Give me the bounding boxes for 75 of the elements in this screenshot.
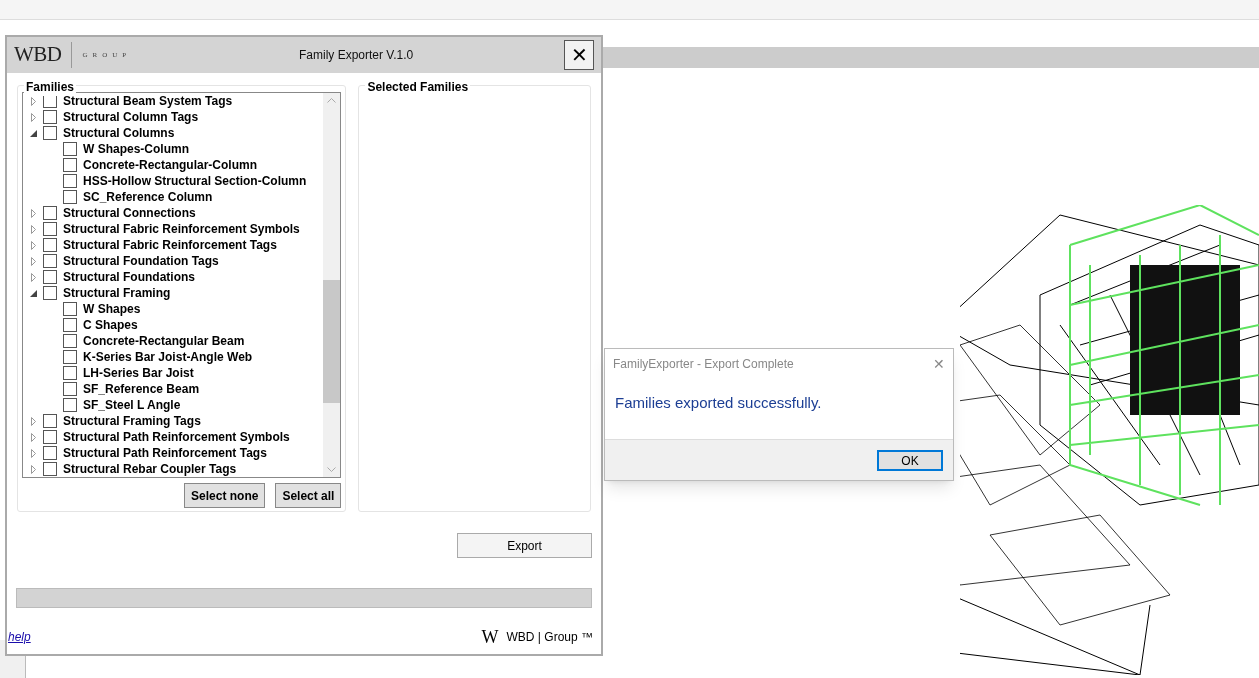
logo: WBD <box>14 41 62 69</box>
family-label[interactable]: W Shapes <box>83 300 141 318</box>
checkbox[interactable] <box>63 158 77 172</box>
family-label[interactable]: Structural Path Reinforcement Tags <box>63 444 267 462</box>
collapsed-arrow-icon[interactable] <box>30 112 36 122</box>
window-title: Family Exporter V.1.0 <box>299 47 414 64</box>
checkbox[interactable] <box>43 270 57 284</box>
checkbox[interactable] <box>43 414 57 428</box>
checkbox[interactable] <box>43 110 57 124</box>
family-label[interactable]: Concrete-Rectangular-Column <box>83 156 258 174</box>
checkbox[interactable] <box>43 238 57 252</box>
checkbox[interactable] <box>43 462 57 476</box>
message-text: Families exported successfully. <box>614 393 823 413</box>
collapsed-arrow-icon[interactable] <box>30 464 36 474</box>
collapsed-arrow-icon[interactable] <box>30 448 36 458</box>
expanded-arrow-icon[interactable] <box>29 289 37 297</box>
checkbox[interactable] <box>63 382 77 396</box>
scrollbar-thumb[interactable] <box>323 280 341 403</box>
family-label[interactable]: Structural Foundation Tags <box>63 252 219 270</box>
checkbox[interactable] <box>43 222 57 236</box>
checkbox[interactable] <box>43 206 57 220</box>
family-label[interactable]: Concrete-Rectangular Beam <box>83 332 245 350</box>
checkbox[interactable] <box>63 174 77 188</box>
ok-button[interactable]: OK <box>877 449 943 471</box>
family-label[interactable]: Structural Path Reinforcement Symbols <box>63 428 290 446</box>
family-label[interactable]: Structural Connections <box>63 204 196 222</box>
collapsed-arrow-icon[interactable] <box>30 224 36 234</box>
close-button[interactable]: ✕ <box>933 357 945 371</box>
checkbox[interactable] <box>63 318 77 332</box>
collapsed-arrow-icon[interactable] <box>30 256 36 266</box>
family-label[interactable]: HSS-Hollow Structural Section-Column <box>83 172 307 190</box>
checkbox[interactable] <box>63 350 77 364</box>
scrollbar[interactable] <box>323 93 341 477</box>
family-label[interactable]: SF_Reference Beam <box>83 380 200 398</box>
family-label[interactable]: LH-Series Bar Joist <box>83 364 194 382</box>
family-label[interactable]: Structural Columns <box>63 124 175 142</box>
family-label[interactable]: Structural Fabric Reinforcement Tags <box>63 236 277 254</box>
checkbox[interactable] <box>43 430 57 444</box>
message-box-title: FamilyExporter - Export Complete <box>613 356 794 373</box>
checkbox[interactable] <box>63 190 77 204</box>
help-link[interactable]: help <box>8 628 31 646</box>
family-label[interactable]: SF_Steel L Angle <box>83 396 181 414</box>
family-label[interactable]: Structural Framing Tags <box>63 412 201 430</box>
family-label[interactable]: Structural Beam System Tags <box>63 93 233 110</box>
checkbox[interactable] <box>43 446 57 460</box>
family-label[interactable]: Structural Foundations <box>63 268 195 286</box>
checkbox[interactable] <box>63 366 77 380</box>
checkbox[interactable] <box>43 286 57 300</box>
checkbox[interactable] <box>43 254 57 268</box>
footer-text: WBD | Group ™ <box>506 629 593 646</box>
select-none-button[interactable]: Select none <box>184 483 266 508</box>
family-label[interactable]: C Shapes <box>83 316 138 334</box>
collapsed-arrow-icon[interactable] <box>30 416 36 426</box>
expanded-arrow-icon[interactable] <box>29 129 37 137</box>
close-button[interactable]: ✕ <box>564 40 594 70</box>
checkbox[interactable] <box>63 142 77 156</box>
checkbox[interactable] <box>63 334 77 348</box>
family-label[interactable]: Structural Column Tags <box>63 108 199 126</box>
collapsed-arrow-icon[interactable] <box>30 96 36 106</box>
checkbox[interactable] <box>43 126 57 140</box>
family-label[interactable]: K-Series Bar Joist-Angle Web <box>83 348 253 366</box>
family-label[interactable]: Structural Fabric Reinforcement Symbols <box>63 220 300 238</box>
footer-logo: W <box>481 628 499 646</box>
collapsed-arrow-icon[interactable] <box>30 272 36 282</box>
collapsed-arrow-icon[interactable] <box>30 208 36 218</box>
family-label[interactable]: Structural Rebar Coupler Tags <box>63 460 237 477</box>
family-label[interactable]: Structural Framing <box>63 284 171 302</box>
collapsed-arrow-icon[interactable] <box>30 432 36 442</box>
checkbox[interactable] <box>63 302 77 316</box>
collapsed-arrow-icon[interactable] <box>30 240 36 250</box>
family-label[interactable]: W Shapes-Column <box>83 140 189 158</box>
select-all-button[interactable]: Select all <box>275 483 342 508</box>
export-button[interactable]: Export <box>457 533 592 558</box>
checkbox[interactable] <box>63 398 77 412</box>
family-label[interactable]: SC_Reference Column <box>83 188 213 206</box>
